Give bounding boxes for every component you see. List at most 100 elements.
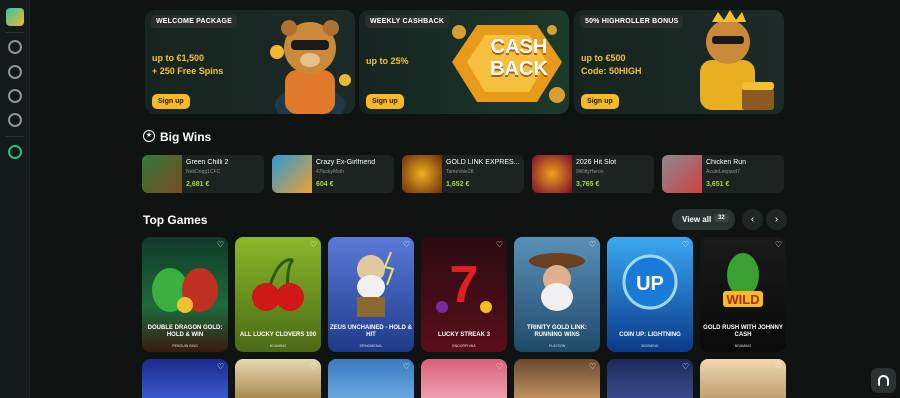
- globe-icon[interactable]: [8, 40, 22, 54]
- game-card[interactable]: ♡: [514, 359, 600, 398]
- game-provider: BGAMING: [734, 344, 752, 348]
- art-text-back: BACK: [490, 58, 548, 80]
- svg-text:UP: UP: [636, 273, 664, 295]
- game-card[interactable]: WILD ♡ GOLD RUSH WITH JOHNNY CASH BGAMIN…: [700, 237, 786, 352]
- view-all-count: 32: [714, 214, 729, 222]
- game-card[interactable]: ♡ ALL LUCKY CLOVERS 100 BGAMING: [235, 237, 321, 352]
- favorite-heart-icon[interactable]: ♡: [310, 240, 317, 249]
- game-provider: SPINOMENAL: [359, 344, 383, 348]
- win-thumb: [142, 155, 182, 193]
- support-button[interactable]: [871, 368, 896, 393]
- sidebar-divider: [6, 32, 24, 33]
- game-card[interactable]: ♡: [235, 359, 321, 398]
- signup-button[interactable]: Sign up: [581, 94, 619, 109]
- win-thumb: [272, 155, 312, 193]
- signup-button[interactable]: Sign up: [152, 94, 190, 109]
- game-card[interactable]: ♡: [421, 359, 507, 398]
- game-card[interactable]: ♡: [607, 359, 693, 398]
- promo-line1: up to €500: [581, 53, 626, 63]
- star-icon: ★: [143, 130, 155, 142]
- chili-wild-icon: WILD: [723, 253, 763, 307]
- game-card[interactable]: UP ♡ COIN UP: LIGHTNING BOOMING: [607, 237, 693, 352]
- game-card[interactable]: ♡: [328, 359, 414, 398]
- logo-icon[interactable]: [6, 8, 24, 26]
- game-card[interactable]: ♡ ZEUS UNCHAINED - HOLD & HIT SPINOMENAL: [328, 237, 414, 352]
- win-game: GOLD LINK EXPRES...: [446, 159, 520, 166]
- promo-highroller[interactable]: 50% HIGHROLLER BONUS up to €500 Code: 50…: [574, 10, 784, 114]
- win-card[interactable]: Chicken Run AcuteLeopard7 3,651 €: [662, 155, 784, 193]
- coin-up-icon: UP: [622, 254, 678, 310]
- cashback-art-text: CASH BACK: [489, 36, 549, 80]
- favorite-heart-icon[interactable]: ♡: [775, 362, 782, 371]
- favorite-heart-icon[interactable]: ♡: [589, 240, 596, 249]
- win-amount: 604 €: [316, 181, 334, 188]
- svg-text:WILD: WILD: [726, 292, 759, 307]
- favorite-heart-icon[interactable]: ♡: [217, 362, 224, 371]
- game-card[interactable]: ♡: [700, 359, 786, 398]
- promo-cashback[interactable]: WEEKLY CASHBACK up to 25% Sign up CASH B…: [359, 10, 569, 114]
- win-thumb: [402, 155, 442, 193]
- chevron-left-icon[interactable]: ‹: [742, 209, 763, 230]
- promo-line2: Code: 50HIGH: [581, 66, 642, 76]
- game-title: ALL LUCKY CLOVERS 100: [239, 332, 317, 338]
- seven-icon: 7: [436, 256, 492, 314]
- favorite-heart-icon[interactable]: ♡: [589, 362, 596, 371]
- win-card[interactable]: 2026 Hit Slot 9WittyHeron 3,765 €: [532, 155, 654, 193]
- win-user: NebDogg1CFC: [186, 169, 221, 175]
- dice-icon[interactable]: [8, 89, 22, 103]
- win-amount: 3,765 €: [576, 181, 600, 188]
- win-user: 9WittyHeron: [576, 169, 604, 175]
- game-card[interactable]: ♡ DOUBLE DRAGON GOLD: HOLD & WIN PENGUIN…: [142, 237, 228, 352]
- sidebar: [0, 0, 30, 398]
- dragon-art-icon: [152, 268, 218, 313]
- win-card[interactable]: GOLD LINK EXPRES... TameVole28 1,652 €: [402, 155, 524, 193]
- sidebar-divider: [6, 136, 24, 137]
- favorite-heart-icon[interactable]: ♡: [310, 362, 317, 371]
- favorite-heart-icon[interactable]: ♡: [682, 362, 689, 371]
- coin-icon[interactable]: [8, 65, 22, 79]
- game-title: GOLD RUSH WITH JOHNNY CASH: [703, 325, 783, 338]
- favorite-heart-icon[interactable]: ♡: [775, 240, 782, 249]
- favorite-heart-icon[interactable]: ♡: [682, 240, 689, 249]
- view-all-button[interactable]: View all 32: [672, 209, 735, 230]
- game-provider: BGAMING: [269, 344, 287, 348]
- promo-line1: up to 25%: [366, 56, 409, 66]
- signup-button[interactable]: Sign up: [366, 94, 404, 109]
- game-title: ZEUS UNCHAINED - HOLD & HIT: [330, 325, 412, 338]
- win-user: AcuteLeopard7: [706, 169, 740, 175]
- svg-text:7: 7: [450, 256, 479, 314]
- game-provider: PENGUIN KING: [172, 344, 198, 348]
- game-title: LUCKY STREAK 3: [438, 332, 490, 338]
- game-title: COIN UP: LIGHTNING: [619, 332, 681, 338]
- promo-welcome[interactable]: WELCOME PACKAGE up to €1,500 + 250 Free …: [145, 10, 355, 114]
- win-amount: 1,652 €: [446, 181, 470, 188]
- promo-line2: + 250 Free Spins: [152, 66, 224, 76]
- zeus-art-icon: [357, 251, 395, 317]
- bear-mascot-icon: [270, 20, 351, 114]
- game-card[interactable]: 7 ♡ LUCKY STREAK 3 ENDORPHINA: [421, 237, 507, 352]
- win-thumb: [662, 155, 702, 193]
- favorite-heart-icon[interactable]: ♡: [403, 362, 410, 371]
- cherries-icon: [252, 258, 304, 311]
- game-provider: BOOMING: [641, 344, 659, 348]
- art-text-cash: CASH: [490, 36, 548, 58]
- win-card[interactable]: Green Chilli 2 NebDogg1CFC 2,681 €: [142, 155, 264, 193]
- headset-icon[interactable]: [8, 145, 22, 159]
- win-user: 47luckyMoth: [316, 169, 345, 175]
- chevron-right-icon[interactable]: ›: [766, 209, 787, 230]
- gamepad-icon[interactable]: [8, 113, 22, 127]
- favorite-heart-icon[interactable]: ♡: [496, 240, 503, 249]
- favorite-heart-icon[interactable]: ♡: [403, 240, 410, 249]
- game-card[interactable]: ♡: [142, 359, 228, 398]
- prospector-art-icon: [529, 253, 585, 311]
- win-amount: 2,681 €: [186, 181, 210, 188]
- promo-line1: up to €1,500: [152, 53, 205, 63]
- win-thumb: [532, 155, 572, 193]
- win-card[interactable]: Crazy Ex-Girlfriend 47luckyMoth 604 €: [272, 155, 394, 193]
- headset-icon: [878, 375, 889, 386]
- game-card[interactable]: ♡ TRINITY GOLD LINK: RUNNING WINS PLAYSO…: [514, 237, 600, 352]
- win-game: Chicken Run: [706, 159, 747, 166]
- favorite-heart-icon[interactable]: ♡: [217, 240, 224, 249]
- favorite-heart-icon[interactable]: ♡: [496, 362, 503, 371]
- view-all-label: View all: [682, 215, 712, 224]
